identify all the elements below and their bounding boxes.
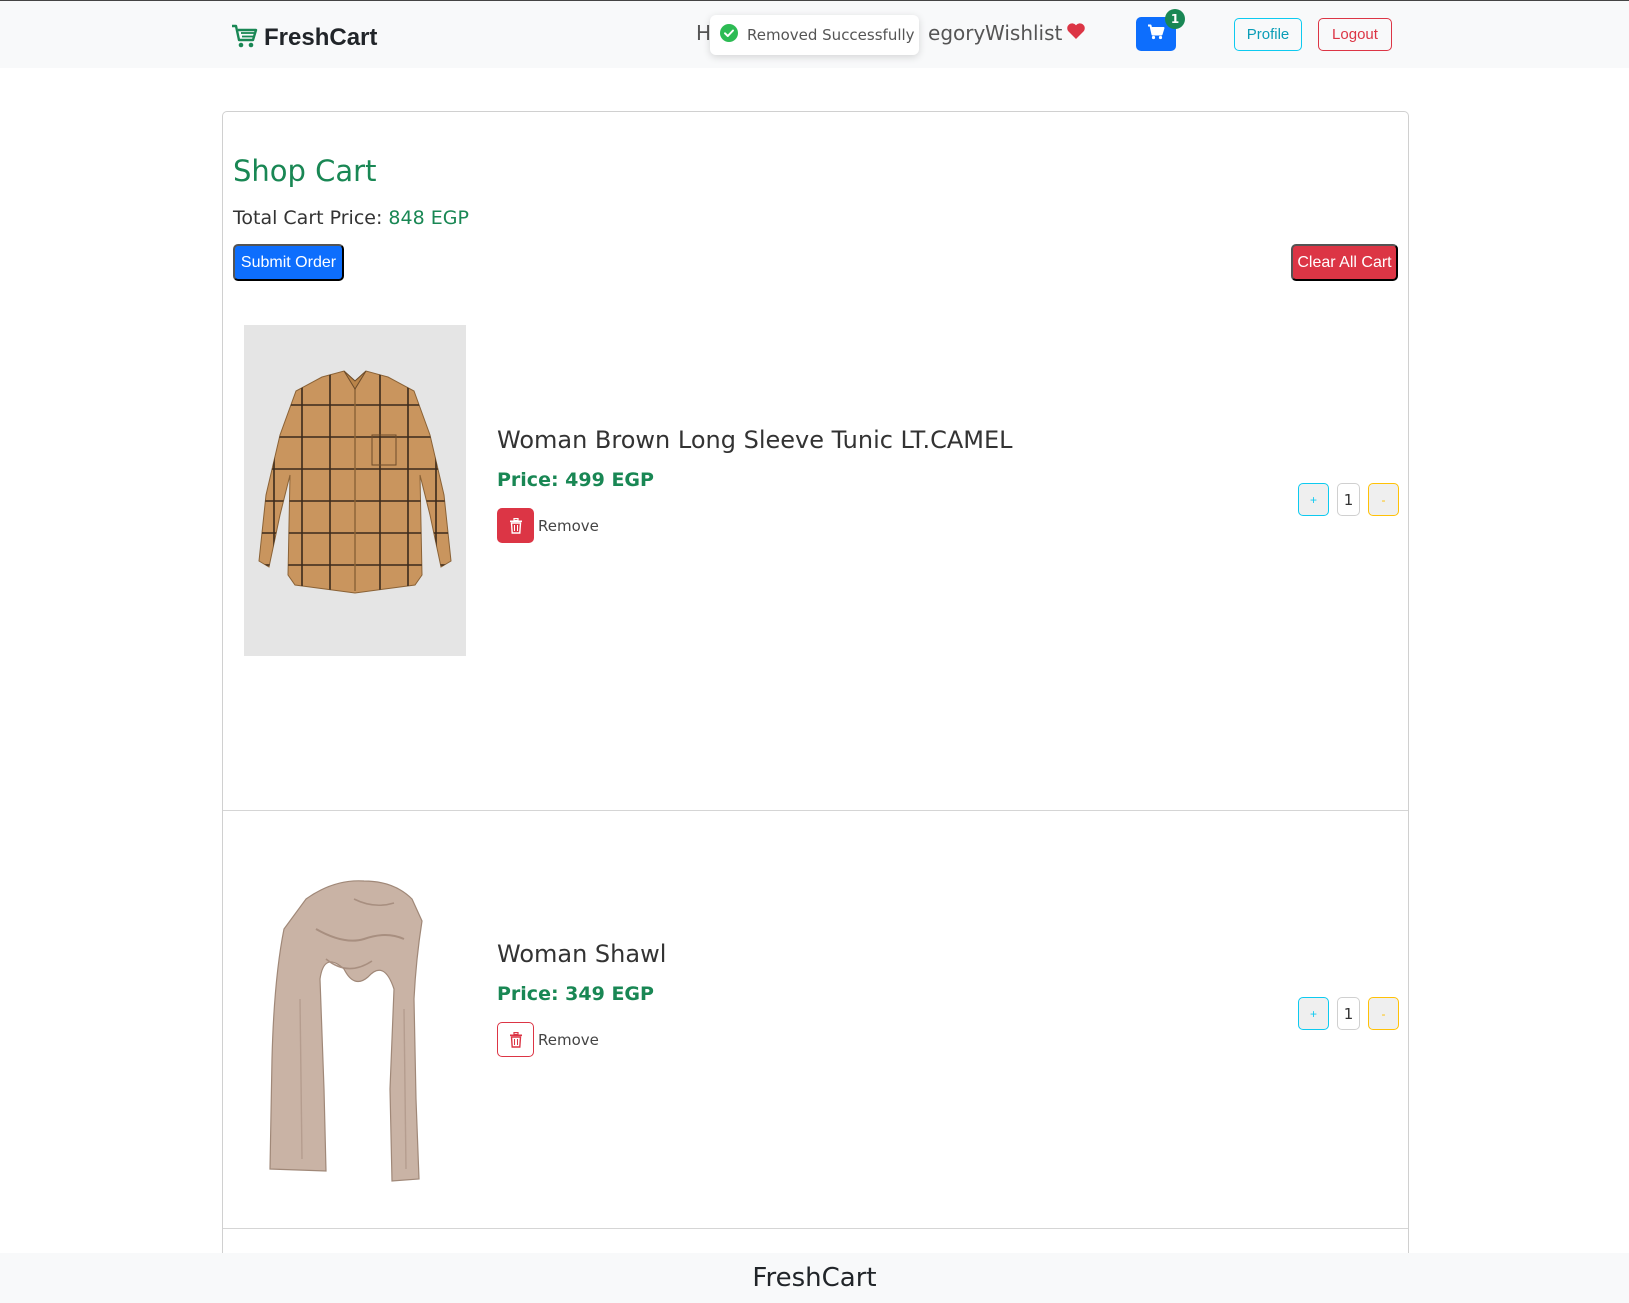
nav-wishlist-link[interactable]: Wishlist: [985, 21, 1086, 45]
remove-item-button[interactable]: Remove: [497, 1022, 599, 1057]
remove-item-button[interactable]: Remove: [497, 508, 599, 543]
trash-icon[interactable]: [497, 1022, 534, 1057]
quantity-value: 1: [1337, 997, 1360, 1030]
product-title: Woman Shawl: [497, 940, 667, 968]
product-image-shirt: [244, 325, 466, 656]
trash-icon[interactable]: [497, 508, 534, 543]
clear-cart-button[interactable]: Clear All Cart: [1291, 244, 1398, 281]
check-circle-icon: [720, 24, 738, 46]
total-value: 848 EGP: [388, 207, 469, 229]
shopping-cart-icon: [1147, 24, 1165, 44]
total-label: Total Cart Price:: [233, 207, 389, 229]
page-title: Shop Cart: [233, 154, 377, 188]
cart-count-badge: 1: [1165, 9, 1185, 29]
remove-label: Remove: [538, 516, 599, 535]
footer: FreshCart: [0, 1253, 1629, 1303]
quantity-stepper: + 1 -: [1298, 483, 1399, 516]
nav-home-link[interactable]: H: [696, 21, 711, 45]
product-price: Price: 349 EGP: [497, 983, 654, 1005]
cart-item: Woman Shawl Price: 349 EGP Remove + 1 -: [223, 811, 1408, 1229]
logout-button[interactable]: Logout: [1318, 18, 1392, 51]
product-title: Woman Brown Long Sleeve Tunic LT.CAMEL: [497, 426, 1013, 454]
brand-logo[interactable]: FreshCart: [230, 23, 377, 53]
product-image-shawl: [244, 859, 466, 1190]
product-price: Price: 499 EGP: [497, 469, 654, 491]
footer-brand: FreshCart: [752, 1263, 877, 1293]
total-cart-price: Total Cart Price: 848 EGP: [233, 207, 469, 229]
cart-card: Shop Cart Total Cart Price: 848 EGP Subm…: [222, 111, 1409, 1261]
decrease-quantity-button[interactable]: -: [1368, 997, 1399, 1030]
toast-message: Removed Successfully: [747, 26, 915, 44]
remove-label: Remove: [538, 1030, 599, 1049]
cart-icon: [230, 23, 258, 53]
decrease-quantity-button[interactable]: -: [1368, 483, 1399, 516]
quantity-stepper: + 1 -: [1298, 997, 1399, 1030]
heart-icon: [1066, 21, 1086, 45]
increase-quantity-button[interactable]: +: [1298, 483, 1329, 516]
profile-button[interactable]: Profile: [1234, 18, 1302, 51]
increase-quantity-button[interactable]: +: [1298, 997, 1329, 1030]
cart-item: Woman Brown Long Sleeve Tunic LT.CAMEL P…: [223, 297, 1408, 811]
toast-notification: Removed Successfully: [710, 15, 919, 55]
submit-order-button[interactable]: Submit Order: [233, 244, 344, 281]
quantity-value: 1: [1337, 483, 1360, 516]
wishlist-label: Wishlist: [985, 21, 1063, 45]
nav-category-link[interactable]: egory: [928, 21, 985, 45]
brand-name: FreshCart: [264, 24, 378, 51]
